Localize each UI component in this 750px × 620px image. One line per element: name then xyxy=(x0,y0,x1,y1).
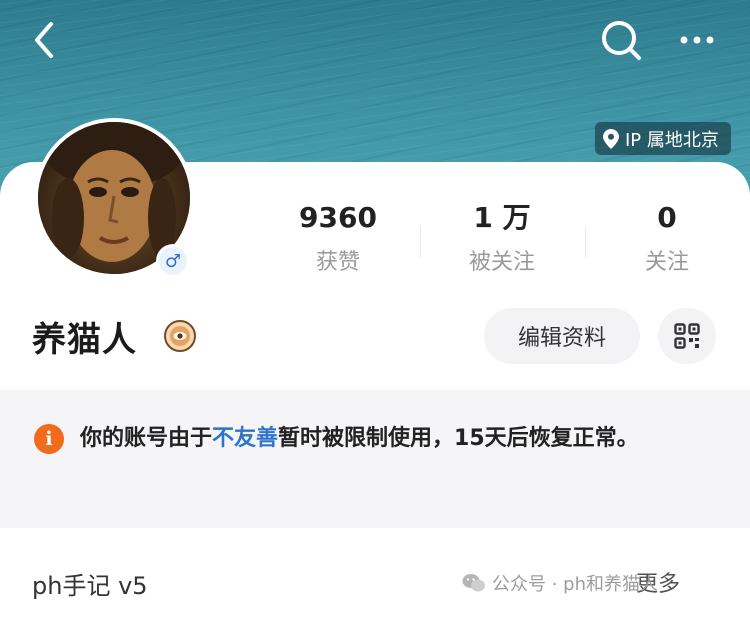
stat-followers-value: 1 万 xyxy=(473,201,531,234)
stat-divider xyxy=(585,226,586,258)
search-icon xyxy=(602,21,641,60)
ip-location-badge: IP 属地北京 xyxy=(595,122,731,155)
info-icon: i xyxy=(34,424,64,454)
edit-profile-button[interactable]: 编辑资料 xyxy=(484,308,640,364)
watermark: 公众号 · ph和养猫人 xyxy=(462,570,658,596)
notes-section-title: ph手记 v5 xyxy=(32,572,148,600)
stat-following-label: 关注 xyxy=(644,250,689,275)
level-badge-icon xyxy=(164,320,196,352)
notice-text: 你的账号由于不友善暂时被限制使用，15天后恢复正常。 xyxy=(80,420,720,458)
stat-following[interactable]: 0 关注 xyxy=(587,200,747,276)
ip-location-text: IP 属地北京 xyxy=(625,129,719,151)
watermark-text: 公众号 · ph和养猫人 xyxy=(492,574,658,595)
chevron-left-icon xyxy=(35,22,53,58)
wechat-icon xyxy=(462,574,485,592)
notice-prefix: 你的账号由于 xyxy=(80,426,213,451)
stat-likes[interactable]: 9360 获赞 xyxy=(258,200,418,276)
more-horizontal-icon xyxy=(680,36,714,44)
location-pin-icon xyxy=(603,128,619,149)
male-icon: ♂ xyxy=(159,247,187,275)
back-button[interactable] xyxy=(22,18,66,62)
stat-divider xyxy=(420,226,421,258)
stat-followers[interactable]: 1 万 被关注 xyxy=(422,200,582,276)
notice-suffix: 暂时被限制使用，15天后恢复正常。 xyxy=(278,426,639,451)
username: 养猫人 xyxy=(32,320,137,360)
stat-likes-value: 9360 xyxy=(299,201,377,234)
qr-code-icon xyxy=(674,323,700,349)
notice-highlight-link[interactable]: 不友善 xyxy=(212,426,278,451)
stat-following-value: 0 xyxy=(657,201,677,234)
search-button[interactable] xyxy=(597,16,645,64)
gender-badge: ♂ xyxy=(156,244,190,278)
qr-code-button[interactable] xyxy=(658,308,716,364)
stat-followers-label: 被关注 xyxy=(468,250,535,275)
stat-likes-label: 获赞 xyxy=(315,250,360,275)
account-restriction-notice: i 你的账号由于不友善暂时被限制使用，15天后恢复正常。 xyxy=(0,390,750,528)
more-options-button[interactable] xyxy=(672,16,722,64)
